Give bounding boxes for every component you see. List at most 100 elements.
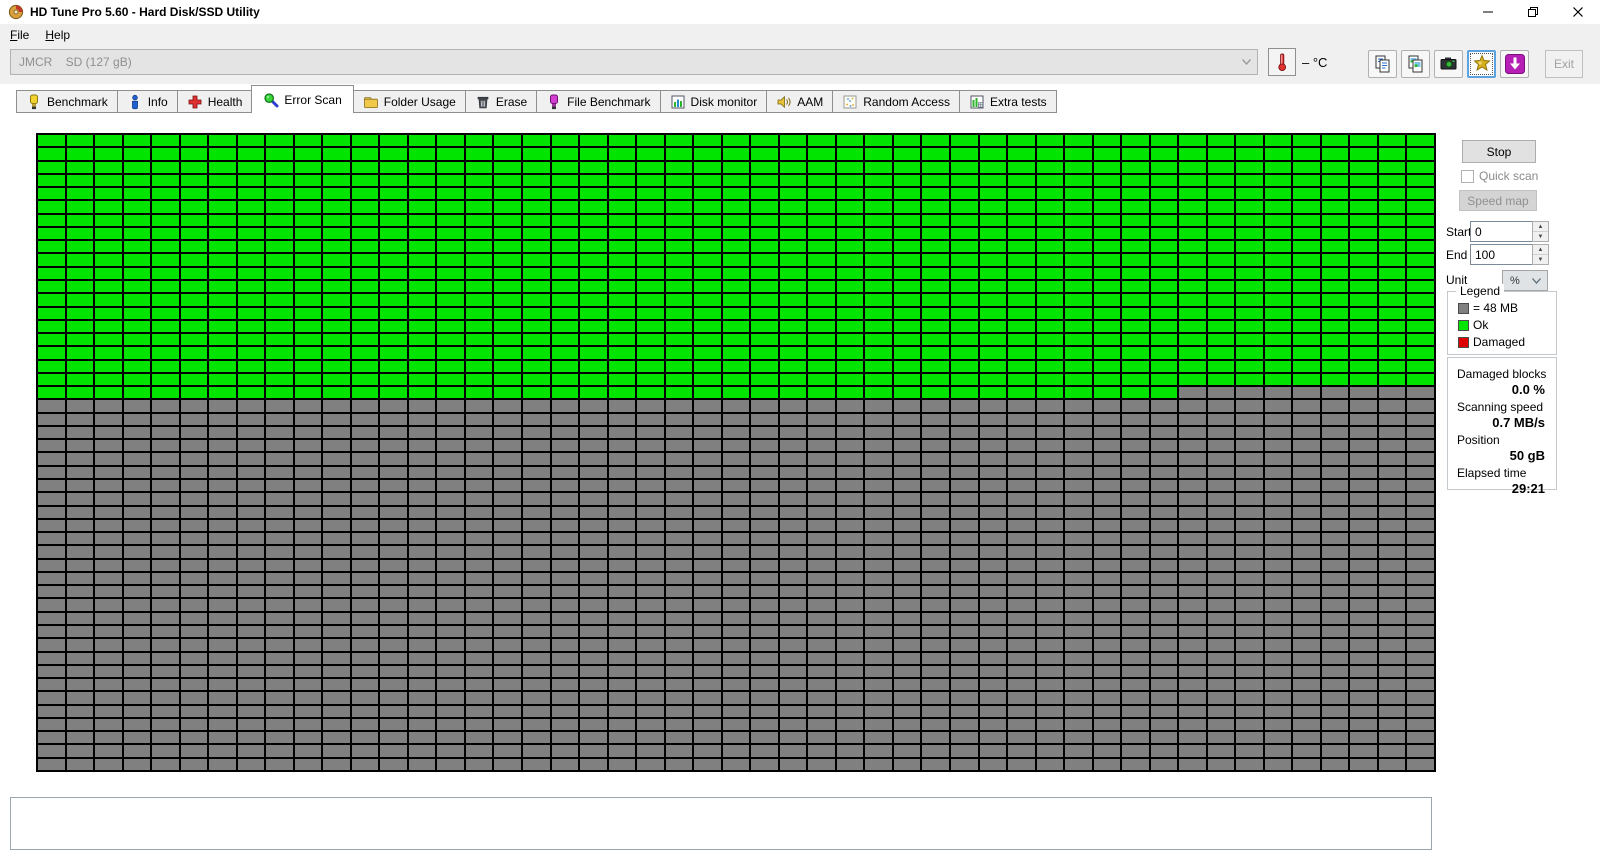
scan-block: [1378, 493, 1406, 505]
scan-block: [836, 400, 864, 412]
scan-block: [266, 612, 293, 625]
save-image-icon[interactable]: [1467, 50, 1496, 78]
scan-block: [722, 639, 750, 651]
speed-map-button[interactable]: Speed map: [1459, 190, 1537, 211]
scan-block: [237, 758, 265, 770]
scan-block: [1236, 626, 1263, 638]
scan-block: [637, 373, 664, 386]
scan-block: [694, 626, 721, 638]
tab-benchmark[interactable]: Benchmark: [16, 90, 118, 113]
scan-block: [1036, 732, 1064, 744]
scan-block: [66, 267, 94, 279]
scan-block: [551, 665, 579, 678]
scan-block: [580, 586, 607, 598]
stop-button[interactable]: Stop: [1462, 140, 1536, 163]
scan-block: [1122, 745, 1149, 757]
exit-button[interactable]: Exit: [1545, 50, 1583, 78]
scan-block: [893, 347, 921, 359]
scan-block: [1093, 480, 1121, 492]
tab-disk-monitor[interactable]: Disk monitor: [660, 90, 768, 113]
scan-block: [665, 705, 693, 717]
tab-file-benchmark[interactable]: File Benchmark: [537, 90, 661, 113]
restore-icon[interactable]: [1510, 0, 1555, 24]
scan-block: [237, 307, 265, 319]
download-icon[interactable]: [1500, 50, 1529, 78]
scan-block: [152, 135, 179, 147]
scan-block: [1264, 307, 1292, 319]
scan-block: [865, 135, 892, 147]
scan-block: [1065, 227, 1092, 240]
drive-selector[interactable]: JMCR SD (127 gB): [10, 49, 1258, 75]
scan-block: [694, 148, 721, 160]
scan-block: [865, 679, 892, 691]
scan-block: [694, 426, 721, 439]
scan-block: [751, 201, 778, 213]
start-input[interactable]: [1470, 221, 1532, 242]
stepper-down-icon[interactable]: ▼: [1533, 232, 1548, 241]
scan-block: [551, 174, 579, 187]
scan-block: [66, 174, 94, 187]
scan-block: [123, 466, 151, 479]
scan-block: [351, 745, 379, 757]
scan-block: [665, 718, 693, 731]
scan-block: [1321, 599, 1349, 611]
scan-block: [979, 493, 1007, 505]
tab-random-access[interactable]: Random Access: [833, 90, 960, 113]
copy-image-icon[interactable]: [1401, 50, 1430, 78]
tab-health[interactable]: Health: [177, 90, 253, 113]
scan-block: [1321, 241, 1349, 253]
scan-block: [465, 400, 493, 412]
copy-text-icon[interactable]: [1368, 50, 1397, 78]
menu-file[interactable]: File: [2, 26, 37, 44]
end-stepper[interactable]: ▲ ▼: [1532, 244, 1549, 265]
scan-block: [1008, 692, 1035, 704]
menu-help[interactable]: Help: [37, 26, 78, 44]
quick-scan-checkbox[interactable]: [1461, 169, 1474, 183]
tab-error-scan[interactable]: Error Scan: [251, 85, 354, 113]
scan-block: [694, 705, 721, 717]
scan-block: [237, 440, 265, 452]
minimize-icon[interactable]: [1465, 0, 1510, 24]
start-stepper[interactable]: ▲ ▼: [1532, 221, 1549, 242]
scan-block: [580, 426, 607, 439]
scan-block: [95, 599, 122, 611]
close-icon[interactable]: [1555, 0, 1600, 24]
scan-block: [408, 227, 436, 240]
scan-block: [1407, 440, 1434, 452]
scan-block: [722, 665, 750, 678]
scan-block: [1378, 214, 1406, 226]
thermometer-icon[interactable]: [1268, 48, 1296, 76]
scan-block: [1293, 373, 1320, 386]
scan-block: [465, 599, 493, 611]
scan-block: [351, 506, 379, 518]
stepper-up-icon[interactable]: ▲: [1533, 222, 1548, 232]
tab-extra-tests[interactable]: Extra tests: [959, 90, 1057, 113]
scan-block: [637, 188, 664, 200]
scan-block: [1264, 758, 1292, 770]
scan-block: [580, 373, 607, 386]
scan-block: [437, 426, 464, 439]
scan-block: [979, 612, 1007, 625]
scan-block: [808, 612, 835, 625]
scan-block: [494, 586, 522, 598]
scan-block: [1378, 480, 1406, 492]
scan-block: [1407, 519, 1434, 532]
scan-block: [865, 347, 892, 359]
stepper-down-icon[interactable]: ▼: [1533, 255, 1548, 264]
scan-block: [637, 307, 664, 319]
scan-block: [1093, 373, 1121, 386]
camera-icon[interactable]: [1434, 50, 1463, 78]
scan-block: [608, 294, 636, 306]
tab-erase[interactable]: Erase: [465, 90, 538, 113]
scan-block: [1321, 188, 1349, 200]
tab-info[interactable]: Info: [117, 90, 178, 113]
scan-block: [1321, 174, 1349, 187]
unit-selector[interactable]: %: [1502, 270, 1548, 291]
end-input[interactable]: [1470, 244, 1532, 265]
stepper-up-icon[interactable]: ▲: [1533, 245, 1548, 255]
scan-block: [380, 692, 407, 704]
tab-aam[interactable]: AAM: [767, 90, 834, 113]
scan-block: [152, 254, 179, 266]
scan-block: [950, 400, 978, 412]
tab-folder-usage[interactable]: Folder Usage: [353, 90, 466, 113]
